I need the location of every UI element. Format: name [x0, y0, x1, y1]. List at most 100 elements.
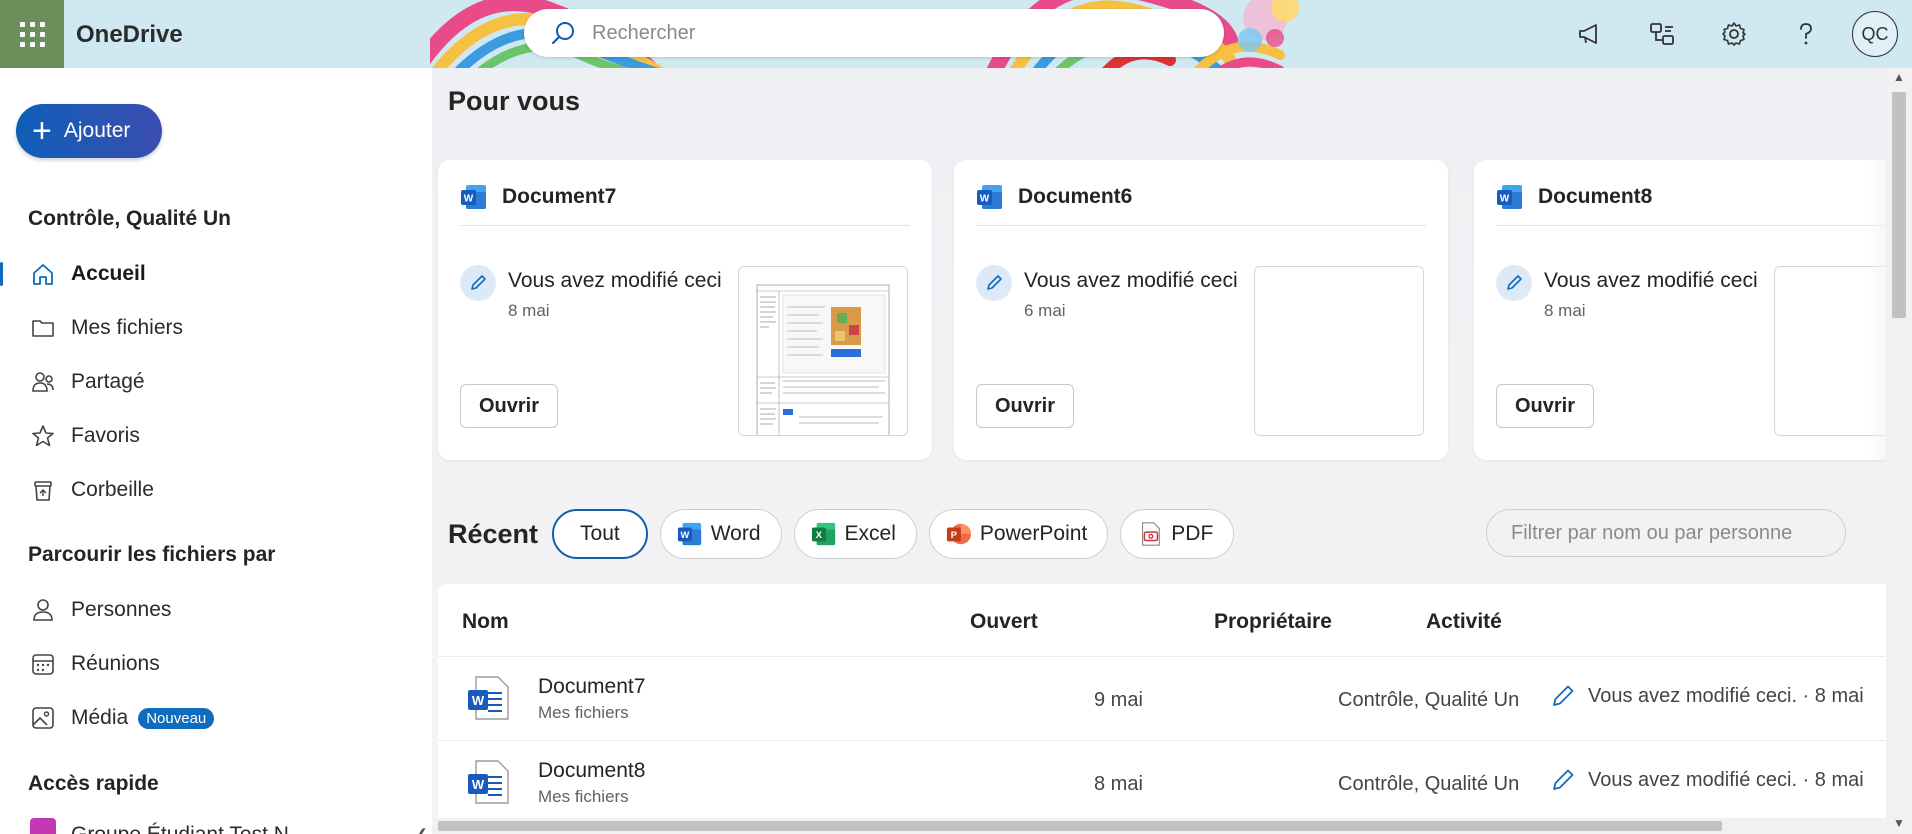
scroll-up-icon[interactable]: ▲ [1893, 70, 1905, 84]
column-header-opened[interactable]: Ouvert [970, 610, 1038, 634]
help-button[interactable] [1770, 0, 1842, 68]
card-activity: Vous avez modifié ceci 8 mai [460, 265, 722, 321]
column-header-name[interactable]: Nom [462, 610, 509, 634]
sidebar-item-label: Groupe Étudiant Test N... [71, 823, 306, 834]
sidebar-item-shared[interactable]: Partagé [0, 358, 420, 406]
filter-all-pill[interactable]: Tout [552, 509, 648, 559]
card-title[interactable]: Document7 [502, 185, 616, 209]
filter-powerpoint-pill[interactable]: P PowerPoint [928, 509, 1109, 559]
svg-text:P: P [951, 530, 957, 540]
word-document-icon: W [466, 759, 512, 810]
main-content: Pour vous W Document7 Vous avez modifié … [432, 68, 1892, 834]
word-icon: W [677, 521, 703, 547]
vertical-scroll-thumb[interactable] [1892, 92, 1906, 318]
search-input[interactable] [592, 21, 1192, 45]
filter-excel-pill[interactable]: X Excel [793, 509, 917, 559]
filter-input[interactable] [1486, 509, 1846, 557]
card-activity: Vous avez modifié ceci 6 mai [976, 265, 1238, 321]
file-location: Mes fichiers [538, 703, 629, 722]
sidebar-item-label: Média [71, 706, 129, 729]
column-header-owner[interactable]: Propriétaire [1214, 610, 1332, 634]
sidebar-item-my-files[interactable]: Mes fichiers [0, 304, 420, 352]
settings-button[interactable] [1698, 0, 1770, 68]
horizontal-scrollbar[interactable] [432, 818, 1886, 834]
document-thumbnail-image [756, 284, 890, 435]
waffle-icon [19, 21, 45, 47]
sidebar-item-people[interactable]: Personnes [0, 586, 420, 634]
document-preview[interactable] [1254, 266, 1424, 436]
card-activity-text: Vous avez modifié ceci [1024, 269, 1238, 292]
svg-text:W: W [464, 193, 474, 204]
search-box[interactable] [524, 9, 1224, 57]
card-title[interactable]: Document6 [1018, 185, 1132, 209]
card-header: W Document8 [1496, 182, 1892, 226]
sidebar-item-home[interactable]: Accueil [0, 250, 420, 298]
gear-icon [1722, 22, 1746, 46]
open-button[interactable]: Ouvrir [976, 384, 1074, 428]
sidebar-item-meetings[interactable]: Réunions [0, 640, 420, 688]
file-opened-date: 8 mai [1094, 773, 1143, 795]
file-owner: Contrôle, Qualité Un [1338, 773, 1520, 795]
file-name[interactable]: Document8 [538, 759, 645, 783]
app-launcher-button[interactable] [0, 0, 64, 68]
quick-access-heading: Accès rapide [28, 772, 159, 795]
file-activity: Vous avez modifié ceci. · 8 mai [1550, 683, 1864, 709]
file-location: Mes fichiers [538, 787, 629, 806]
file-activity-text: Vous avez modifié ceci. · 8 mai [1588, 768, 1864, 791]
browse-heading: Parcourir les fichiers par [28, 543, 276, 566]
vertical-scrollbar[interactable]: ▲ ▼ [1886, 68, 1912, 834]
folder-icon [29, 314, 57, 342]
word-document-icon: W [466, 675, 512, 726]
word-icon: W [977, 184, 1002, 209]
card-activity: Vous avez modifié ceci 8 mai [1496, 265, 1758, 321]
open-button[interactable]: Ouvrir [460, 384, 558, 428]
app-title[interactable]: OneDrive [76, 21, 183, 49]
filter-pill-label: Word [710, 522, 761, 545]
sidebar-item-label: Mes fichiers [71, 316, 184, 339]
table-row[interactable]: W Document8 Mes fichiers 8 mai Contrôle,… [438, 740, 1892, 824]
pdf-icon [1137, 521, 1163, 547]
file-owner: Contrôle, Qualité Un [1338, 689, 1520, 711]
sidebar-item-label: Corbeille [71, 478, 154, 501]
card-title[interactable]: Document8 [1538, 185, 1652, 209]
add-button-label: Ajouter [63, 119, 131, 142]
filter-pill-label: PowerPoint [979, 522, 1088, 545]
svg-text:W: W [1500, 193, 1510, 204]
announcements-button[interactable] [1554, 0, 1626, 68]
sidebar-item-favorites[interactable]: Favoris [0, 412, 420, 460]
recent-files-table: Nom Ouvert Propriétaire Activité W Docum… [438, 584, 1892, 834]
sidebar-item-media[interactable]: Média Nouveau [0, 694, 420, 742]
top-bar: OneDrive QC [0, 0, 1912, 68]
open-button[interactable]: Ouvrir [1496, 384, 1594, 428]
card-activity-date: 8 mai [508, 301, 550, 320]
card-activity-text: Vous avez modifié ceci [508, 269, 722, 292]
feedback-button[interactable] [1626, 0, 1698, 68]
file-card[interactable]: W Document6 Vous avez modifié ceci 6 mai… [954, 160, 1448, 460]
filter-pill-label: Excel [844, 522, 896, 545]
file-card[interactable]: W Document8 Vous avez modifié ceci 8 mai… [1474, 160, 1892, 460]
table-row[interactable]: W Document7 Mes fichiers 9 mai Contrôle,… [438, 656, 1892, 740]
people-icon [29, 368, 57, 396]
file-activity-text: Vous avez modifié ceci. · 8 mai [1588, 684, 1864, 707]
word-icon: W [1497, 184, 1522, 209]
file-card[interactable]: W Document7 Vous avez modifié ceci 8 mai… [438, 160, 932, 460]
sidebar-item-recycle-bin[interactable]: Corbeille [0, 466, 420, 514]
sidebar-item-quick-access[interactable]: Groupe Étudiant Test N... [0, 810, 420, 834]
svg-text:W: W [980, 193, 990, 204]
document-preview[interactable] [738, 266, 908, 436]
horizontal-scroll-thumb[interactable] [438, 821, 1722, 831]
scroll-down-icon[interactable]: ▼ [1893, 816, 1905, 830]
add-button[interactable]: + Ajouter [16, 104, 162, 158]
search-icon [548, 18, 578, 48]
column-header-activity[interactable]: Activité [1426, 610, 1502, 634]
file-opened-date: 9 mai [1094, 689, 1143, 711]
sidebar: + Ajouter Contrôle, Qualité Un Accueil M… [0, 68, 432, 834]
file-name[interactable]: Document7 [538, 675, 645, 699]
card-header: W Document7 [460, 182, 910, 226]
megaphone-icon [1579, 24, 1597, 44]
filter-pdf-pill[interactable]: PDF [1120, 509, 1235, 559]
user-avatar[interactable]: QC [1852, 11, 1898, 57]
sidebar-item-label: Partagé [71, 370, 145, 393]
collapse-arrow-icon[interactable]: ❮ [416, 826, 428, 834]
filter-word-pill[interactable]: W Word [659, 509, 782, 559]
